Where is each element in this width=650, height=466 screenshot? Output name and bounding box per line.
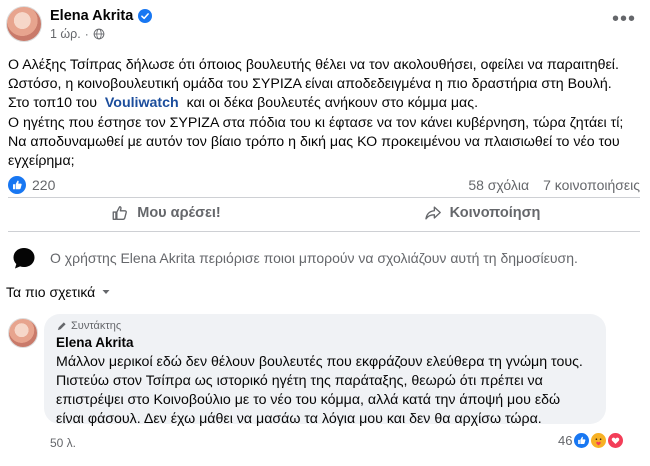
reactions-row: 220 58 σχόλια 7 κοινοποιήσεις	[8, 176, 640, 194]
post-line-start: Στο τοπ10 του	[8, 95, 97, 112]
shares-count[interactable]: 7 κοινοποιήσεις	[543, 177, 640, 193]
like-badge-icon[interactable]	[8, 176, 26, 194]
love-heart-icon	[608, 433, 624, 448]
reaction-count[interactable]: 220	[32, 177, 55, 193]
post-time[interactable]: 1 ώρ.	[50, 27, 81, 41]
post-line: Ωστόσο, η κοινοβουλευτική ομάδα του ΣΥΡΙ…	[8, 76, 612, 93]
vouliwatch-link[interactable]: Vouliwatch	[105, 95, 179, 111]
post-line: Στο τοπ10 του Vouliwatch και οι δέκα βου…	[8, 94, 644, 113]
share-label: Κοινοποίηση	[449, 205, 541, 221]
post-meta: 1 ώρ. ·	[50, 27, 152, 41]
comment-line: Πιστεύω στον Τσίπρα ως ιστορικό ηγέτη τη…	[56, 373, 543, 389]
divider	[8, 231, 640, 232]
header-text: Elena Akrita 1 ώρ. ·	[50, 8, 153, 41]
engagement-counts: 58 σχόλια 7 κοινοποιήσεις	[468, 177, 640, 193]
post-line: Ο Αλέξης Τσίπρας δήλωσε ότι όποιος βουλε…	[8, 57, 619, 73]
sort-label: Τα πιο σχετικά	[6, 284, 96, 300]
comment-reactions[interactable]: 46	[558, 433, 624, 448]
author-row: Elena Akrita	[50, 8, 153, 24]
post-header: Elena Akrita 1 ώρ. ·	[6, 6, 153, 42]
like-button[interactable]: Μου αρέσει!	[8, 197, 324, 229]
post-text: Ο Αλέξης Τσίπρας δήλωσε ότι όποιος βουλε…	[8, 56, 644, 171]
share-button[interactable]: Κοινοποίηση	[324, 197, 640, 229]
comment-restriction-notice: Ο χρήστης Elena Akrita περιόρισε ποιοι μ…	[10, 244, 578, 272]
post-line-end: και οι δέκα βουλευτές ανήκουν στο κόμμα …	[186, 95, 479, 112]
globe-icon	[93, 28, 105, 39]
post-line: Να αποδυναμωθεί με αυτόν τον βίαιο τρόπο…	[8, 133, 620, 150]
post-line: Ο ηγέτης που έστησε τον ΣΥΡΙΖΑ στα πόδια…	[8, 114, 624, 131]
author-avatar[interactable]	[6, 6, 42, 42]
comment-bubble: Συντάκτης Elena Akrita Μάλλον μερικοί εδ…	[44, 314, 606, 427]
verified-icon	[138, 8, 153, 23]
comments-count[interactable]: 58 σχόλια	[468, 177, 529, 193]
restriction-text: Ο χρήστης Elena Akrita περιόρισε ποιοι μ…	[50, 250, 578, 266]
comment-reaction-count: 46	[558, 433, 573, 448]
comment-sort-dropdown[interactable]: Τα πιο σχετικά	[6, 284, 111, 300]
meta-separator: ·	[84, 26, 89, 41]
care-icon	[591, 433, 607, 448]
post-actions: Μου αρέσει! Κοινοποίηση	[8, 197, 640, 229]
comment-line: Μάλλον μερικοί εδώ δεν θέλουν βουλευτές …	[56, 354, 583, 370]
like-thumb-icon	[112, 206, 128, 220]
author-badge-label: Συντάκτης	[71, 320, 122, 332]
share-arrow-icon	[424, 206, 441, 220]
more-options-icon[interactable]: •••	[612, 8, 636, 31]
author-name[interactable]: Elena Akrita	[50, 8, 133, 24]
author-badge: Συντάκτης	[56, 320, 594, 332]
comment-bubble-icon	[13, 248, 35, 269]
comment-text: Μάλλον μερικοί εδώ δεν θέλουν βουλευτές …	[56, 353, 594, 429]
comment-line: επιστρέψει στο Κοινοβούλιο με το νέο του…	[56, 392, 561, 408]
chevron-down-icon	[102, 290, 110, 294]
post-line: εγχείρημα;	[8, 153, 75, 170]
author-tag-icon	[57, 321, 66, 330]
comment-line: είναι φάσουλ. Δεν έχω μάθει να μασάω τα …	[56, 411, 542, 427]
like-label: Μου αρέσει!	[137, 205, 221, 221]
comment-time[interactable]: 50 λ.	[50, 436, 76, 450]
comment-author[interactable]: Elena Akrita	[56, 335, 594, 350]
like-badge-icon	[574, 433, 590, 448]
commenter-avatar[interactable]	[8, 318, 38, 348]
